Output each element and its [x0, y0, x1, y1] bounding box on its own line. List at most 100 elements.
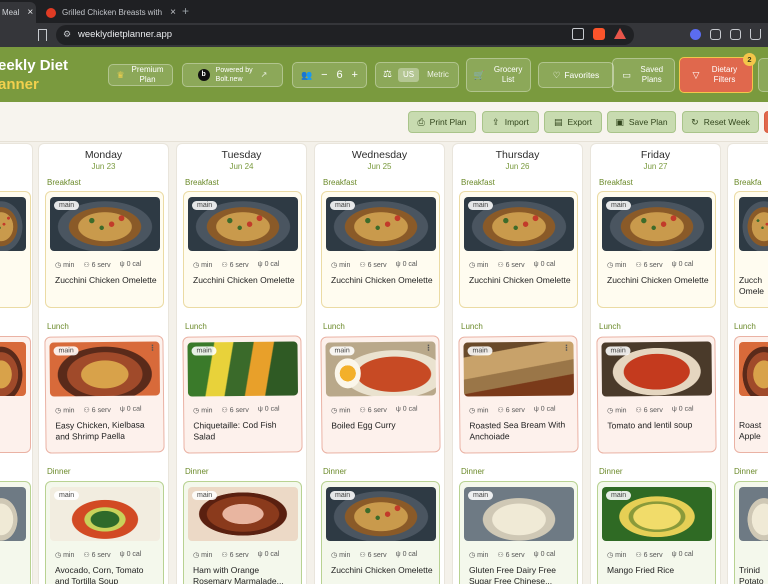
favorites-label: Favorites	[564, 70, 600, 80]
recipe-name-line2: Potato	[739, 576, 764, 584]
meal-card-partial[interactable]	[0, 336, 31, 453]
reset-week-button[interactable]: ↻ Reset Week	[682, 111, 759, 133]
bolt-line1: Powered by	[215, 67, 253, 74]
site-settings-icon[interactable]: ⚙	[63, 29, 71, 40]
unit-us-option[interactable]: US	[397, 68, 420, 82]
printer-icon: ⎙	[417, 116, 425, 127]
meal-card[interactable]: main ◷ min ⚇ 6 serv ψ 0 cal Mango Fried …	[597, 481, 716, 584]
meal-card[interactable]: main ◷ min ⚇ 6 serv ψ 0 cal Zucchini Chi…	[45, 191, 164, 308]
calories-icon: ψ 0 cal	[257, 551, 280, 558]
calories-icon: ψ 0 cal	[119, 405, 142, 413]
calories-icon: ψ 0 cal	[119, 261, 142, 268]
recipe-name: Zucchini Chicken Omelette	[331, 275, 433, 285]
meal-label-lunch: Lunch	[323, 322, 345, 331]
more-header-button[interactable]	[758, 58, 768, 92]
clear-button[interactable]	[764, 111, 768, 133]
meal-card[interactable]: main ◷ min ⚇ 6 serv ψ 0 cal Zucchini Chi…	[597, 191, 716, 308]
recipe-name: Boiled Egg Curry	[331, 419, 396, 431]
meal-card[interactable]: main ◷ min ⚇ 6 serv ψ 0 cal Zucchini Chi…	[183, 191, 302, 308]
brave-shields-icon[interactable]	[593, 28, 605, 40]
meal-label-lunch: Lunch	[461, 322, 483, 331]
servings-icon: ⚇ 6 serv	[359, 552, 387, 559]
clock-icon: ◷ min	[331, 262, 351, 269]
servings-icon: ⚇ 6 serv	[83, 262, 111, 269]
course-chip: main	[54, 491, 80, 500]
url-text[interactable]: weeklydietplanner.app	[78, 29, 172, 40]
grocery-list-button[interactable]: 🛒 Grocery List	[466, 58, 531, 92]
profile-extension-icon[interactable]	[690, 29, 701, 40]
more-options-icon[interactable]: ⋮	[424, 343, 432, 352]
more-options-icon[interactable]: ⋮	[562, 343, 570, 352]
saved-plans-button[interactable]: ▭ Saved Plans	[612, 58, 675, 92]
day-column-tuesday: Tuesday Jun 24 Breakfast main ◷ min ⚇ 6 …	[176, 143, 307, 584]
recipe-name-line2: Apple	[739, 431, 761, 441]
meal-card[interactable]: main ◷ min ⚇ 6 serv ψ 0 cal Zucchini Chi…	[459, 191, 578, 308]
calories-icon: ψ 0 cal	[671, 261, 694, 268]
more-options-icon[interactable]: ⋮	[148, 343, 156, 352]
meal-card-partial[interactable]	[0, 481, 31, 584]
meal-card-partial[interactable]	[0, 191, 31, 308]
meal-card[interactable]: main ◷ min ⚇ 6 serv ψ 0 cal Gluten Free …	[459, 481, 578, 584]
calories-icon: ψ 0 cal	[533, 551, 556, 558]
meal-card[interactable]: main ◷ min ⚇ 6 serv ψ 0 cal Ham with Ora…	[183, 481, 302, 584]
bookmark-icon[interactable]	[38, 29, 47, 41]
browser-tab-grilled-chicken[interactable]: Grilled Chicken Breasts with Spicy Pe ×	[38, 2, 176, 23]
servings-icon: ⚇ 6 serv	[221, 552, 249, 559]
sidebar-icon[interactable]	[730, 29, 741, 40]
servings-icon: ⚇ 6 serv	[635, 552, 663, 559]
export-button[interactable]: ▤ Export	[544, 111, 602, 133]
recipe-meta: ◷ min ⚇ 6 serv ψ 0 cal	[193, 406, 279, 415]
meal-card[interactable]: main ◷ min ⚇ 6 serv ψ 0 cal Tomato and l…	[596, 335, 717, 454]
recipe-name: Zucchini Chicken Omelette	[193, 275, 295, 285]
recipe-name: Roasted Sea Bream With Anchoiade	[469, 419, 566, 442]
clock-icon: ◷ min	[55, 407, 75, 415]
import-button[interactable]: ⇪ Import	[482, 111, 539, 133]
meal-card[interactable]: main ⋮ ◷ min ⚇ 6 serv ψ 0 cal Easy Chick…	[44, 335, 165, 454]
dietary-filters-count-badge: 2	[743, 53, 756, 66]
filter-icon: ▽	[692, 70, 700, 80]
meal-card[interactable]: main ⋮ ◷ min ⚇ 6 serv ψ 0 cal Roasted Se…	[458, 335, 579, 454]
meal-card[interactable]: main ◷ min ⚇ 6 serv ψ 0 cal Zucchini Chi…	[321, 191, 440, 308]
meal-card-partial[interactable]: Trinid Potato	[734, 481, 768, 584]
unit-metric-option[interactable]: Metric	[427, 70, 449, 80]
grocery-label: Grocery List	[493, 65, 523, 84]
browser-tab-meal[interactable]: Meal ×	[0, 2, 36, 23]
alert-icon[interactable]	[614, 28, 626, 39]
calories-icon: ψ 0 cal	[533, 405, 556, 413]
clock-icon: ◷ min	[193, 407, 213, 415]
day-date: Jun 23	[91, 162, 116, 171]
meal-card[interactable]: main ◷ min ⚇ 6 serv ψ 0 cal Zucchini Chi…	[321, 481, 440, 584]
download-icon[interactable]	[750, 29, 761, 40]
recipe-meta: ◷ min ⚇ 6 serv ψ 0 cal	[469, 261, 555, 269]
servings-icon: ⚇ 6 serv	[83, 406, 111, 415]
share-icon[interactable]	[572, 28, 584, 40]
clock-icon: ◷ min	[607, 262, 627, 269]
omnibox[interactable]: ⚙ weeklydietplanner.app	[56, 25, 634, 45]
premium-plan-button[interactable]: ♛ Premium Plan	[108, 64, 173, 86]
increment-button[interactable]: +	[352, 70, 358, 81]
course-chip: main	[330, 201, 356, 210]
meal-card[interactable]: main ⋮ ◷ min ⚇ 6 serv ψ 0 cal Boiled Egg…	[320, 335, 441, 454]
decrement-button[interactable]: −	[321, 70, 327, 81]
recipe-meta: ◷ min ⚇ 6 serv ψ 0 cal	[55, 551, 141, 559]
powered-by-bolt-link[interactable]: b Powered by Bolt.new ↗	[182, 63, 283, 87]
new-tab-icon[interactable]: +	[182, 4, 189, 18]
recipe-name: Chiquetaille: Cod Fish Salad	[193, 419, 277, 442]
meal-card-partial[interactable]: Roast Apple	[734, 336, 768, 453]
print-plan-button[interactable]: ⎙ Print Plan	[408, 111, 476, 133]
users-icon: 👥	[301, 70, 313, 80]
dietary-filters-button[interactable]: ▽ Dietary Filters	[679, 57, 753, 93]
meal-label-breakfast: Breakfast	[461, 178, 495, 187]
meal-label-dinner: Dinner	[734, 467, 758, 476]
calories-icon: ψ 0 cal	[119, 551, 142, 558]
meal-card[interactable]: main ◷ min ⚇ 6 serv ψ 0 cal Avocado, Cor…	[45, 481, 164, 584]
meal-card-partial[interactable]: Zucch Omele	[734, 191, 768, 308]
save-plan-button[interactable]: ▣ Save Plan	[607, 111, 676, 133]
favorites-button[interactable]: ♡ Favorites	[538, 62, 614, 88]
day-column-friday: Friday Jun 27 Breakfast main ◷ min ⚇ 6 s…	[590, 143, 721, 584]
clock-icon: ◷ min	[193, 262, 213, 269]
close-icon[interactable]: ×	[27, 7, 33, 18]
meal-card[interactable]: main ◷ min ⚇ 6 serv ψ 0 cal Chiquetaille…	[182, 335, 303, 454]
extensions-puzzle-icon[interactable]	[710, 29, 721, 40]
close-icon[interactable]: ×	[170, 7, 176, 18]
